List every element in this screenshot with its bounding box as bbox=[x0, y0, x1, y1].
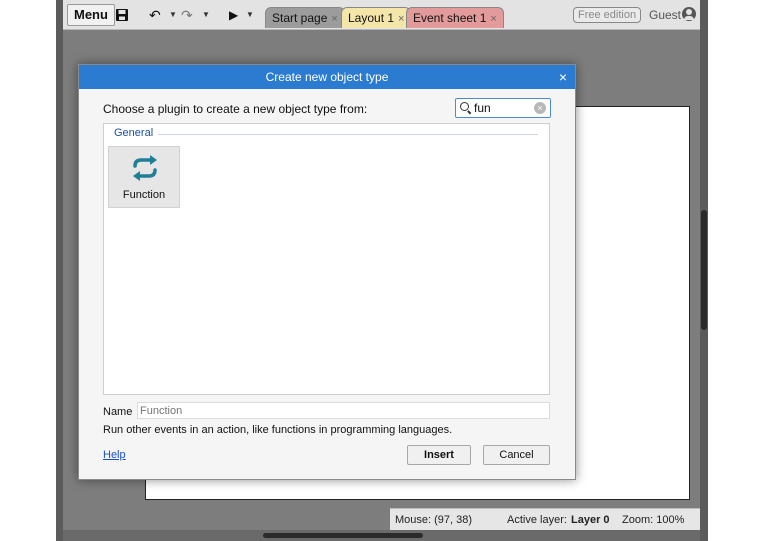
zoom-level: Zoom: 100% bbox=[622, 514, 685, 526]
close-icon[interactable]: × bbox=[559, 65, 567, 89]
dialog-prompt: Choose a plugin to create a new object t… bbox=[103, 102, 368, 116]
main-toolbar: Menu ↶ ▼ ↷ ▼ ▶ ▼ Start page × Layout 1 × E… bbox=[63, 0, 700, 30]
active-layer-label: Active layer: bbox=[507, 514, 567, 526]
menu-button[interactable]: Menu bbox=[67, 4, 115, 26]
plugin-label: Function bbox=[122, 189, 166, 201]
user-label[interactable]: Guest bbox=[649, 7, 681, 23]
clear-search-icon[interactable]: × bbox=[534, 102, 546, 114]
search-icon bbox=[460, 102, 469, 111]
help-link[interactable]: Help bbox=[103, 449, 126, 461]
edition-badge[interactable]: Free edition bbox=[573, 7, 642, 23]
redo-dropdown-icon[interactable]: ▼ bbox=[202, 5, 210, 25]
tab-layout-1[interactable]: Layout 1 × bbox=[341, 7, 412, 28]
play-dropdown-icon[interactable]: ▼ bbox=[246, 5, 254, 25]
scrollbar-thumb[interactable] bbox=[701, 210, 707, 330]
close-icon[interactable]: × bbox=[331, 13, 337, 25]
floppy-disk-icon[interactable] bbox=[115, 5, 129, 25]
close-icon[interactable]: × bbox=[398, 13, 404, 25]
plugin-tile-function[interactable]: Function bbox=[108, 146, 180, 208]
tab-event-sheet-1[interactable]: Event sheet 1 × bbox=[406, 7, 504, 28]
cancel-button[interactable]: Cancel bbox=[483, 445, 550, 465]
plugin-search-box[interactable]: × bbox=[455, 98, 551, 118]
insert-button[interactable]: Insert bbox=[407, 445, 471, 465]
dialog-title: Create new object type bbox=[265, 70, 389, 84]
dialog-titlebar: Create new object type × bbox=[79, 65, 575, 89]
tab-label: Layout 1 bbox=[348, 11, 395, 25]
tab-label: Event sheet 1 bbox=[413, 11, 487, 25]
plugin-description: Run other events in an action, like func… bbox=[103, 424, 453, 436]
redo-icon[interactable]: ↷ bbox=[181, 5, 193, 25]
plugin-list: General Function bbox=[103, 123, 550, 395]
tab-label: Start page bbox=[272, 11, 328, 25]
scrollbar-thumb[interactable] bbox=[263, 533, 423, 538]
mouse-position: Mouse: (97, 38) bbox=[395, 514, 473, 526]
name-label: Name bbox=[103, 406, 133, 418]
tab-start-page[interactable]: Start page × bbox=[265, 7, 345, 28]
horizontal-scrollbar[interactable] bbox=[63, 530, 700, 541]
close-icon[interactable]: × bbox=[490, 13, 496, 25]
status-bar: Mouse: (97, 38) Active layer: Layer 0 Zo… bbox=[390, 508, 700, 530]
left-panel-edge bbox=[56, 0, 63, 541]
search-input[interactable] bbox=[474, 100, 530, 116]
object-name-input[interactable] bbox=[137, 402, 550, 419]
create-object-dialog: Create new object type × Choose a plugin… bbox=[78, 64, 576, 480]
group-header-general: General bbox=[114, 127, 154, 139]
function-arrows-icon bbox=[130, 153, 160, 183]
vertical-scrollbar[interactable] bbox=[700, 0, 708, 541]
group-divider bbox=[158, 134, 538, 135]
active-layer-value: Layer 0 bbox=[571, 514, 610, 526]
user-icon[interactable] bbox=[682, 7, 696, 21]
play-icon[interactable]: ▶ bbox=[229, 5, 238, 25]
undo-dropdown-icon[interactable]: ▼ bbox=[169, 5, 177, 25]
undo-icon[interactable]: ↶ bbox=[149, 5, 161, 25]
